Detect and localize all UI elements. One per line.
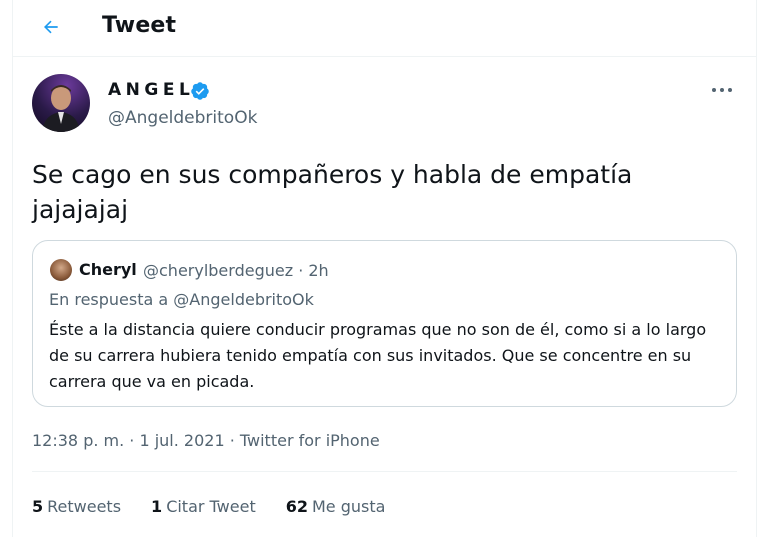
quoted-avatar: [50, 259, 72, 281]
author-name[interactable]: ANGEL: [108, 80, 194, 100]
retweets-count: 5: [32, 497, 44, 516]
retweets-label: Retweets: [47, 497, 122, 516]
more-options-button[interactable]: [704, 80, 740, 100]
quoted-author-meta: @cherylberdeguez · 2h: [143, 261, 329, 280]
quoted-tweet-text: Éste a la distancia quiere conducir prog…: [49, 320, 707, 391]
page-header: Tweet: [12, 0, 757, 57]
quotes-count: 1: [151, 497, 163, 516]
more-horizontal-icon: [712, 88, 732, 92]
arrow-left-icon: [44, 20, 58, 34]
likes-label: Me gusta: [311, 497, 386, 516]
page-title: Tweet: [102, 13, 177, 38]
likes-count: 62: [285, 497, 308, 516]
tweet-stats: 5 Retweets 1 Citar Tweet 62 Me gusta: [32, 497, 415, 516]
reply-mention-link[interactable]: @AngeldebritoOk: [173, 290, 314, 309]
back-button[interactable]: [36, 12, 66, 42]
avatar[interactable]: [32, 74, 90, 132]
retweets-stat[interactable]: 5 Retweets: [32, 497, 121, 516]
quote-tweets-stat[interactable]: 1 Citar Tweet: [151, 497, 256, 516]
quoted-tweet-card[interactable]: Cheryl @cherylberdeguez · 2h En respuest…: [32, 240, 737, 407]
verified-badge-icon: [191, 82, 209, 100]
reply-prefix: En respuesta a: [49, 290, 169, 309]
divider: [32, 471, 737, 472]
author-handle[interactable]: @AngeldebritoOk: [108, 108, 257, 128]
tweet-text: Se cago en sus compañeros y habla de emp…: [32, 160, 633, 224]
quoted-reply-context: En respuesta a @AngeldebritoOk: [49, 290, 314, 309]
likes-stat[interactable]: 62 Me gusta: [286, 497, 386, 516]
quoted-author-name: Cheryl: [79, 260, 137, 279]
quotes-label: Citar Tweet: [166, 497, 256, 516]
tweet-timestamp[interactable]: 12:38 p. m. · 1 jul. 2021 · Twitter for …: [32, 431, 380, 450]
